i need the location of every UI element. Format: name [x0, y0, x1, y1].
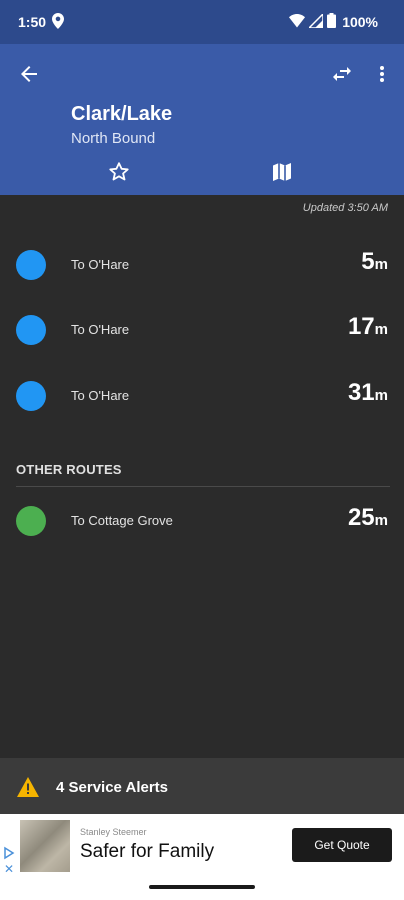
- service-alerts-bar[interactable]: 4 Service Alerts: [0, 758, 404, 814]
- ad-banner[interactable]: ✕ Stanley Steemer Safer for Family Get Q…: [0, 814, 404, 878]
- ad-close-icon[interactable]: ✕: [4, 862, 14, 876]
- ad-sponsor: Stanley Steemer: [80, 827, 147, 837]
- battery-icon: [327, 13, 337, 31]
- arrival-destination: To Cottage Grove: [71, 513, 173, 528]
- direction-subtitle: North Bound: [71, 130, 156, 147]
- route-color-dot: [16, 250, 46, 280]
- gesture-nav-bar: [0, 878, 404, 900]
- arrival-destination: To O'Hare: [71, 322, 130, 337]
- warning-icon: [17, 777, 39, 797]
- arrival-eta: 17m: [347, 313, 388, 340]
- arrival-eta: 25m: [347, 504, 388, 531]
- arrival-destination: To O'Hare: [71, 388, 130, 403]
- location-icon: [52, 13, 64, 32]
- updated-timestamp: Updated 3:50 AM: [302, 202, 388, 214]
- section-divider: [16, 486, 390, 487]
- map-icon[interactable]: [270, 160, 294, 184]
- swap-direction-icon[interactable]: [330, 62, 354, 86]
- other-route-row[interactable]: To Cottage Grove 25m: [0, 493, 404, 549]
- ad-thumbnail: [20, 820, 70, 872]
- route-color-dot: [16, 381, 46, 411]
- service-alerts-label: 4 Service Alerts: [56, 779, 169, 796]
- signal-icon: [307, 11, 324, 31]
- station-title: Clark/Lake: [71, 103, 173, 125]
- status-bar: 1:50 100%: [0, 0, 404, 44]
- adchoices-icon[interactable]: [2, 846, 16, 860]
- arrival-row[interactable]: To O'Hare 31m: [0, 368, 404, 424]
- other-routes-heading: OTHER ROUTES: [16, 462, 122, 477]
- arrival-row[interactable]: To O'Hare 17m: [0, 302, 404, 358]
- station-header: Clark/Lake North Bound: [0, 44, 404, 195]
- ad-headline: Safer for Family: [80, 841, 215, 862]
- arrival-eta: 31m: [347, 379, 388, 406]
- star-outline-icon[interactable]: [107, 160, 131, 184]
- arrival-row[interactable]: To O'Hare 5m: [0, 237, 404, 293]
- home-handle[interactable]: [149, 885, 255, 889]
- ad-cta-button[interactable]: Get Quote: [292, 828, 392, 862]
- status-time: 1:50: [18, 14, 47, 30]
- route-color-dot: [16, 506, 46, 536]
- arrival-destination: To O'Hare: [71, 257, 130, 272]
- wifi-icon: [289, 13, 306, 31]
- route-color-dot: [16, 315, 46, 345]
- more-vert-icon[interactable]: [372, 62, 392, 86]
- arrival-eta: 5m: [361, 248, 388, 275]
- battery-level: 100%: [342, 14, 378, 30]
- back-arrow-icon[interactable]: [17, 62, 41, 86]
